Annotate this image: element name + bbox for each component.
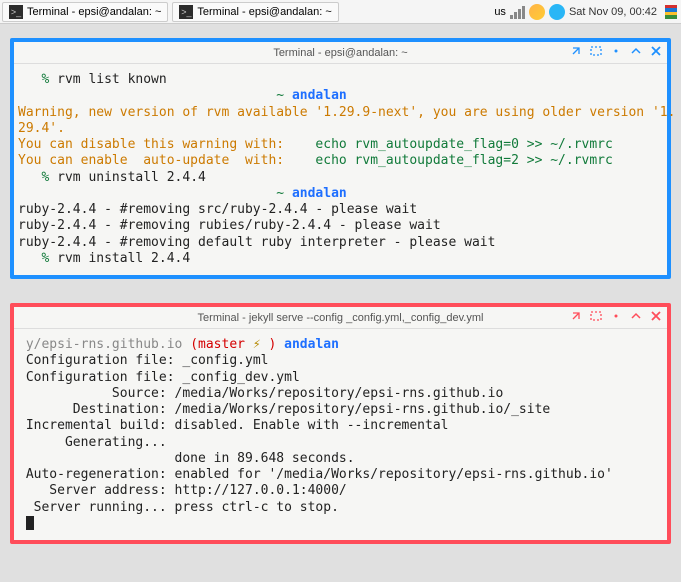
close-icon[interactable] [649, 44, 663, 61]
system-tray: us Sat Nov 09, 00:42 [494, 4, 681, 20]
cursor [26, 516, 34, 530]
terminal-output[interactable]: y/epsi-rns.github.io (master ⚡ ) andalan… [14, 329, 667, 540]
taskbar-label: Terminal - epsi@andalan: ~ [27, 6, 161, 18]
network-icon[interactable] [510, 5, 525, 19]
keep-above-icon[interactable] [569, 44, 583, 61]
terminal-icon: >_ [9, 5, 23, 19]
taskbar-item-terminal-1[interactable]: >_ Terminal - epsi@andalan: ~ [2, 2, 168, 22]
titlebar[interactable]: Terminal - epsi@andalan: ~ [14, 42, 667, 64]
clock[interactable]: Sat Nov 09, 00:42 [569, 6, 657, 18]
taskbar-label: Terminal - epsi@andalan: ~ [197, 6, 331, 18]
titlebar[interactable]: Terminal - jekyll serve --config _config… [14, 307, 667, 329]
telegram-icon[interactable] [549, 4, 565, 20]
maximize-icon[interactable] [629, 44, 643, 61]
shade-icon[interactable] [589, 309, 603, 326]
keep-above-icon[interactable] [569, 309, 583, 326]
terminal-window-1: Terminal - epsi@andalan: ~ % [10, 38, 671, 279]
shade-icon[interactable] [589, 44, 603, 61]
maximize-icon[interactable] [629, 309, 643, 326]
minimize-icon[interactable] [609, 44, 623, 61]
terminal-output[interactable]: % rvm list known ~ andalan Warning, new … [14, 64, 667, 275]
terminal-window-2: Terminal - jekyll serve --config _config… [10, 303, 671, 544]
menu-icon[interactable] [665, 5, 677, 19]
top-panel: >_ Terminal - epsi@andalan: ~ >_ Termina… [0, 0, 681, 24]
keyboard-layout[interactable]: us [494, 6, 506, 18]
minimize-icon[interactable] [609, 309, 623, 326]
taskbar-item-terminal-2[interactable]: >_ Terminal - epsi@andalan: ~ [172, 2, 338, 22]
terminal-icon: >_ [179, 5, 193, 19]
weather-icon[interactable] [529, 4, 545, 20]
close-icon[interactable] [649, 309, 663, 326]
